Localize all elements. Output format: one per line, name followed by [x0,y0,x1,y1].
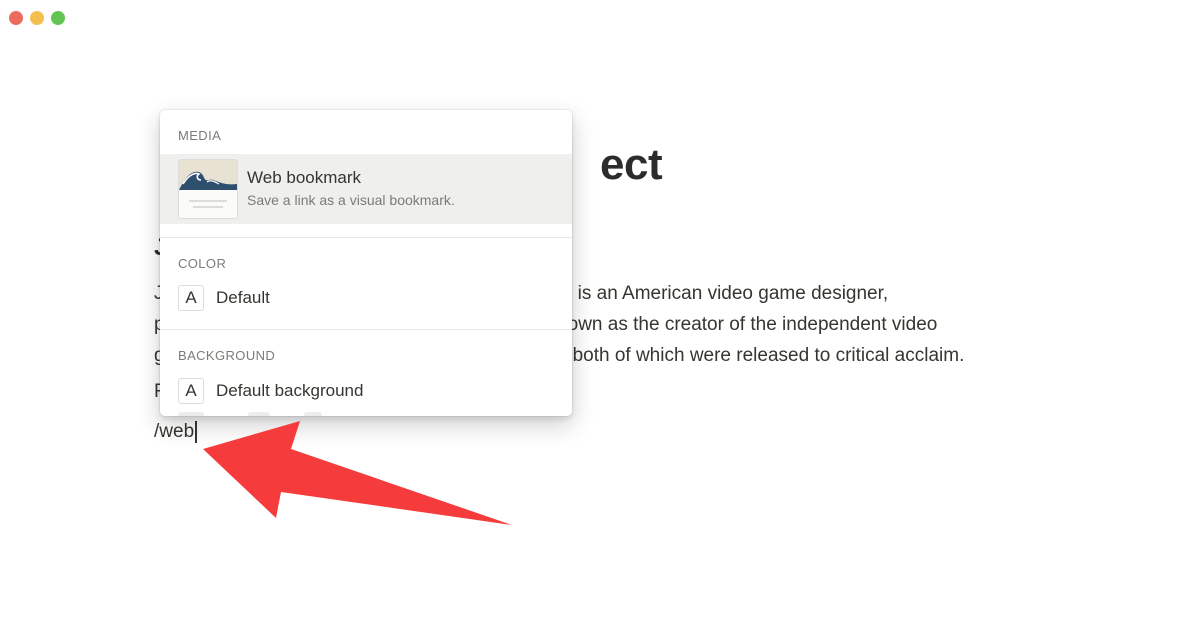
annotation-arrow-icon [203,421,512,525]
app-window: ect J J1) is an American video game desi… [0,0,1200,626]
